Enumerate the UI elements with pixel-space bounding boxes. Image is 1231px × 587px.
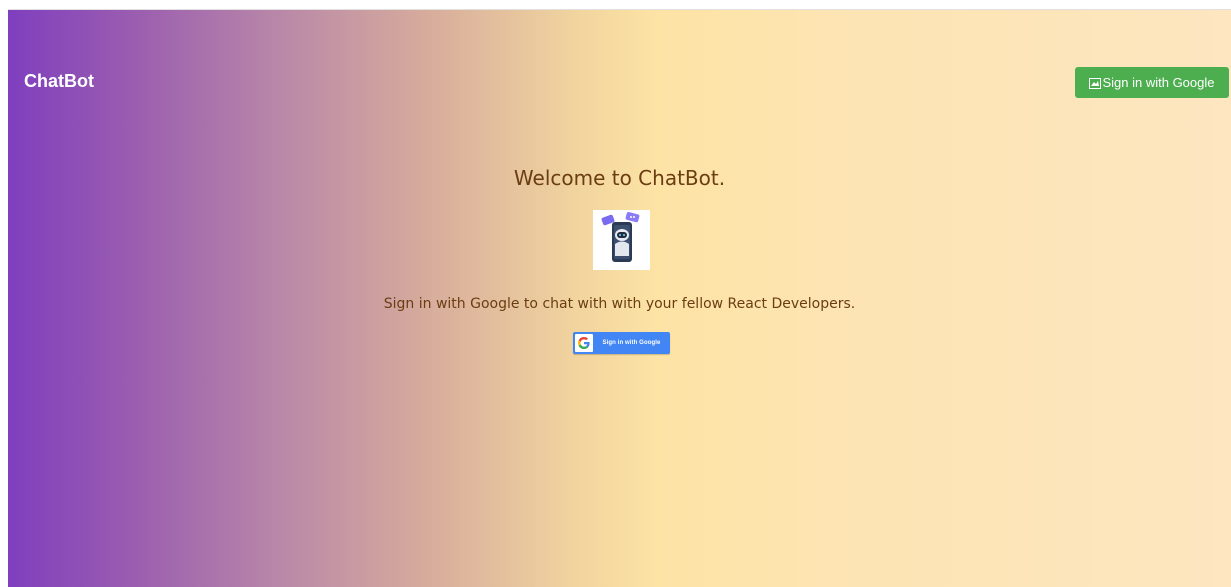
navbar: ChatBot Sign in with Google: [8, 10, 1231, 150]
google-signin-button[interactable]: Sign in with Google: [573, 332, 670, 354]
google-g-icon: [575, 334, 593, 352]
nav-signin-label: Sign in with Google: [1102, 75, 1215, 90]
app-page: ChatBot Sign in with Google Welcome to C…: [8, 9, 1231, 587]
nav-signin-button[interactable]: Sign in with Google: [1075, 67, 1229, 98]
google-signin-label: Sign in with Google: [602, 340, 661, 346]
welcome-heading: Welcome to ChatBot.: [513, 166, 726, 190]
robot-with-phone-icon: [593, 210, 650, 270]
brand-title: ChatBot: [24, 71, 94, 91]
broken-image-icon: [1089, 77, 1102, 89]
signin-instructions: Sign in with Google to chat with with yo…: [383, 296, 856, 312]
